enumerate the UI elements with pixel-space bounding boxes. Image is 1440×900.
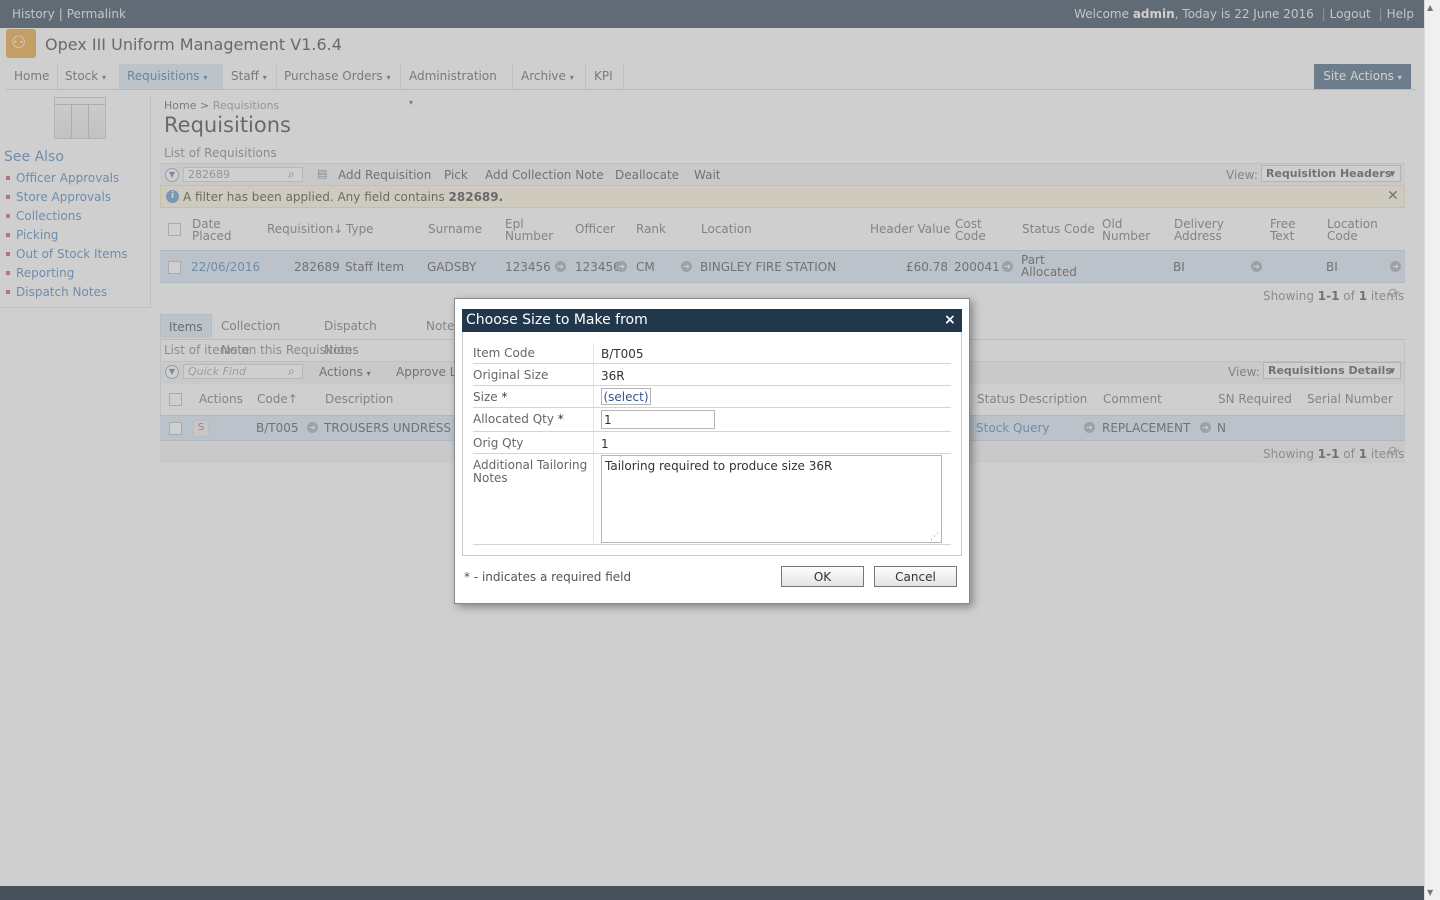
item-code-value: B/T005 <box>601 347 644 361</box>
form-column-divider <box>593 343 594 543</box>
original-size-value: 36R <box>601 369 625 383</box>
status-bar <box>0 886 1424 900</box>
original-size-label: Original Size <box>473 368 549 382</box>
allocated-qty-label: Allocated Qty * <box>473 413 564 426</box>
ok-button[interactable]: OK <box>781 566 864 587</box>
form-row-divider <box>473 544 951 545</box>
close-icon[interactable]: × <box>944 312 956 328</box>
page-scrollbar[interactable] <box>1424 0 1440 900</box>
required-mark: * <box>557 412 564 426</box>
tailoring-notes-textarea[interactable]: Tailoring required to produce size 36R <box>601 455 942 543</box>
size-label-text: Size <box>473 390 498 404</box>
cancel-button[interactable]: Cancel <box>874 566 957 587</box>
tailoring-notes-label: Additional Tailoring Notes <box>473 458 588 485</box>
resize-grip-icon[interactable]: ⋰ <box>930 532 939 542</box>
allocated-qty-input[interactable] <box>601 410 715 429</box>
item-code-label: Item Code <box>473 346 535 360</box>
form-row-divider <box>473 453 951 454</box>
size-select-button[interactable]: (select) <box>601 388 651 405</box>
orig-qty-value: 1 <box>601 437 609 451</box>
form-row-divider <box>473 385 951 386</box>
form-row-divider <box>473 363 951 364</box>
dialog-title: Choose Size to Make from <box>466 312 648 328</box>
size-label: Size * <box>473 391 507 404</box>
scroll-up-icon[interactable]: ▲ <box>1427 3 1433 12</box>
form-row-divider <box>473 407 951 408</box>
required-mark: * <box>501 390 508 404</box>
orig-qty-label: Orig Qty <box>473 436 524 450</box>
allocated-qty-label-text: Allocated Qty <box>473 412 554 426</box>
form-row-divider <box>473 431 951 432</box>
required-field-note: * - indicates a required field <box>464 570 632 584</box>
scroll-down-icon[interactable]: ▼ <box>1427 888 1433 897</box>
